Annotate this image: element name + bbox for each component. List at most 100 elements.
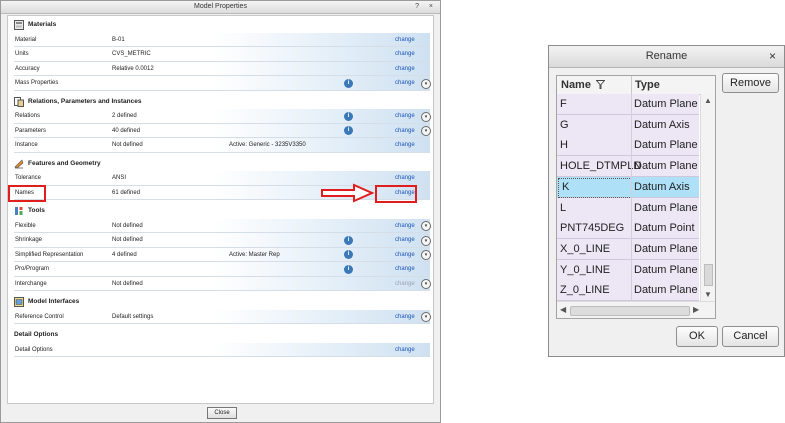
column-header-type[interactable]: Type xyxy=(635,79,660,91)
change-link[interactable]: change xyxy=(395,347,415,353)
property-value: 2 defined xyxy=(112,113,137,119)
change-link[interactable]: change xyxy=(395,66,415,72)
change-link[interactable]: change xyxy=(395,266,415,272)
scroll-left-icon[interactable]: ◀ xyxy=(560,305,566,314)
scroll-down-icon[interactable]: ▼ xyxy=(704,290,712,299)
change-link[interactable]: change xyxy=(395,237,415,243)
row-name[interactable]: G xyxy=(560,119,569,131)
table-row[interactable]: Y_0_LINE Datum Plane xyxy=(557,259,699,281)
chevron-down-icon[interactable]: ▾ xyxy=(421,78,431,89)
ok-button[interactable]: OK xyxy=(676,326,718,347)
scroll-right-icon[interactable]: ▶ xyxy=(693,305,699,314)
relations-icon xyxy=(14,96,24,107)
property-row: Detail Options change xyxy=(14,342,430,357)
remove-button[interactable]: Remove xyxy=(722,73,779,93)
tools-icon xyxy=(14,206,24,216)
property-row: Pro/Program i change xyxy=(14,262,430,277)
property-active: Active: Generic - 3235V3350 xyxy=(229,142,306,148)
change-link[interactable]: change xyxy=(395,252,415,258)
cancel-button[interactable]: Cancel xyxy=(722,326,779,347)
property-row: Parameters 40 defined i change ▾ xyxy=(14,123,431,138)
change-link[interactable]: change xyxy=(395,37,415,43)
close-button[interactable]: Close xyxy=(207,407,237,419)
scroll-thumb[interactable] xyxy=(704,264,713,286)
property-label: Units xyxy=(15,51,29,57)
info-icon[interactable]: i xyxy=(344,264,353,274)
rename-titlebar: Rename × xyxy=(549,46,784,68)
change-link[interactable]: change xyxy=(395,175,415,181)
row-name[interactable]: L xyxy=(560,202,566,214)
scroll-up-icon[interactable]: ▲ xyxy=(704,96,712,105)
table-row[interactable]: K Datum Axis xyxy=(557,176,699,198)
horizontal-scrollbar[interactable]: ◀ ▶ xyxy=(557,301,715,318)
chevron-down-icon[interactable]: ▾ xyxy=(421,126,431,136)
change-link[interactable]: change xyxy=(395,128,415,134)
property-label: Accuracy xyxy=(15,65,40,72)
table-row[interactable]: Z_0_LINE Datum Plane xyxy=(557,280,699,302)
vertical-scrollbar[interactable]: ▲ ▼ xyxy=(700,94,715,301)
annotation-arrow xyxy=(321,183,374,203)
change-link[interactable]: change xyxy=(395,142,415,148)
property-value: Not defined xyxy=(112,142,143,148)
property-row: Shrinkage Not defined i change ▾ xyxy=(14,233,431,248)
row-name[interactable]: K xyxy=(558,177,632,198)
property-label: Interchange xyxy=(15,280,47,287)
info-icon[interactable]: i xyxy=(344,126,353,135)
table-row[interactable]: F Datum Plane xyxy=(557,94,699,115)
property-row: Simplified Representation 4 defined Active… xyxy=(14,247,431,262)
info-icon[interactable]: i xyxy=(344,235,353,245)
info-icon[interactable]: i xyxy=(344,111,353,121)
materials-icon xyxy=(14,20,24,30)
change-link[interactable]: change xyxy=(395,80,415,86)
change-link[interactable]: change xyxy=(395,113,415,119)
chevron-down-icon[interactable]: ▾ xyxy=(421,250,431,260)
row-name[interactable]: PNT745DEG xyxy=(560,222,624,234)
property-row: Reference Control Default settings change ▾ xyxy=(14,309,431,324)
row-type: Datum Plane xyxy=(634,284,698,297)
chevron-down-icon[interactable]: ▾ xyxy=(421,235,431,246)
property-label: Shrinkage xyxy=(15,237,43,243)
chevron-down-icon[interactable]: ▾ xyxy=(421,279,431,289)
info-icon[interactable]: i xyxy=(344,250,353,259)
row-name[interactable]: H xyxy=(560,139,568,151)
property-value: 61 defined xyxy=(112,189,141,196)
section-title: Tools xyxy=(28,207,45,214)
section-header: Tools xyxy=(8,204,433,218)
row-name[interactable]: Z_0_LINE xyxy=(560,284,610,296)
property-label: Pro/Program xyxy=(15,266,50,272)
window-controls[interactable]: ? × xyxy=(415,1,437,13)
table-row[interactable]: G Datum Axis xyxy=(557,114,699,136)
table-row[interactable]: X_0_LINE Datum Plane xyxy=(557,238,699,260)
close-icon[interactable]: × xyxy=(769,49,776,63)
property-label: Flexible xyxy=(15,222,36,229)
column-header-name[interactable]: Name xyxy=(561,79,606,91)
chevron-down-icon[interactable]: ▾ xyxy=(421,312,431,322)
model-properties-window: Model Properties ? × Materials Material B-… xyxy=(0,0,441,423)
row-type: Datum Plane xyxy=(634,160,698,173)
filter-icon[interactable] xyxy=(595,80,606,89)
row-type: Datum Axis xyxy=(634,180,690,193)
info-icon[interactable]: i xyxy=(344,78,353,88)
row-name[interactable]: Y_0_LINE xyxy=(560,264,610,276)
property-value: CVS_METRIC xyxy=(112,51,151,57)
row-type: Datum Plane xyxy=(634,263,698,276)
hscroll-thumb[interactable] xyxy=(570,306,690,316)
change-link[interactable]: change xyxy=(395,314,415,320)
row-type: Datum Plane xyxy=(634,242,698,255)
chevron-down-icon[interactable]: ▾ xyxy=(421,221,431,231)
property-row: Instance Not defined Active: Generic - 323… xyxy=(14,138,430,153)
names-change-highlight xyxy=(375,185,417,203)
table-row[interactable]: PNT745DEG Datum Point xyxy=(557,218,699,240)
chevron-down-icon[interactable]: ▾ xyxy=(421,111,431,122)
change-link[interactable]: change xyxy=(395,223,415,229)
model-properties-titlebar: Model Properties ? × xyxy=(1,1,440,14)
table-row[interactable]: L Datum Plane xyxy=(557,197,699,219)
change-link[interactable]: change xyxy=(395,51,415,57)
row-name[interactable]: HOLE_DTMPLN xyxy=(560,160,641,172)
row-name[interactable]: X_0_LINE xyxy=(560,243,610,255)
change-link[interactable]: change xyxy=(395,281,415,287)
table-row[interactable]: H Datum Plane xyxy=(557,135,699,157)
table-row[interactable]: HOLE_DTMPLN Datum Plane xyxy=(557,156,699,178)
row-name[interactable]: F xyxy=(560,98,567,110)
property-row: Relations 2 defined i change ▾ xyxy=(14,109,431,124)
